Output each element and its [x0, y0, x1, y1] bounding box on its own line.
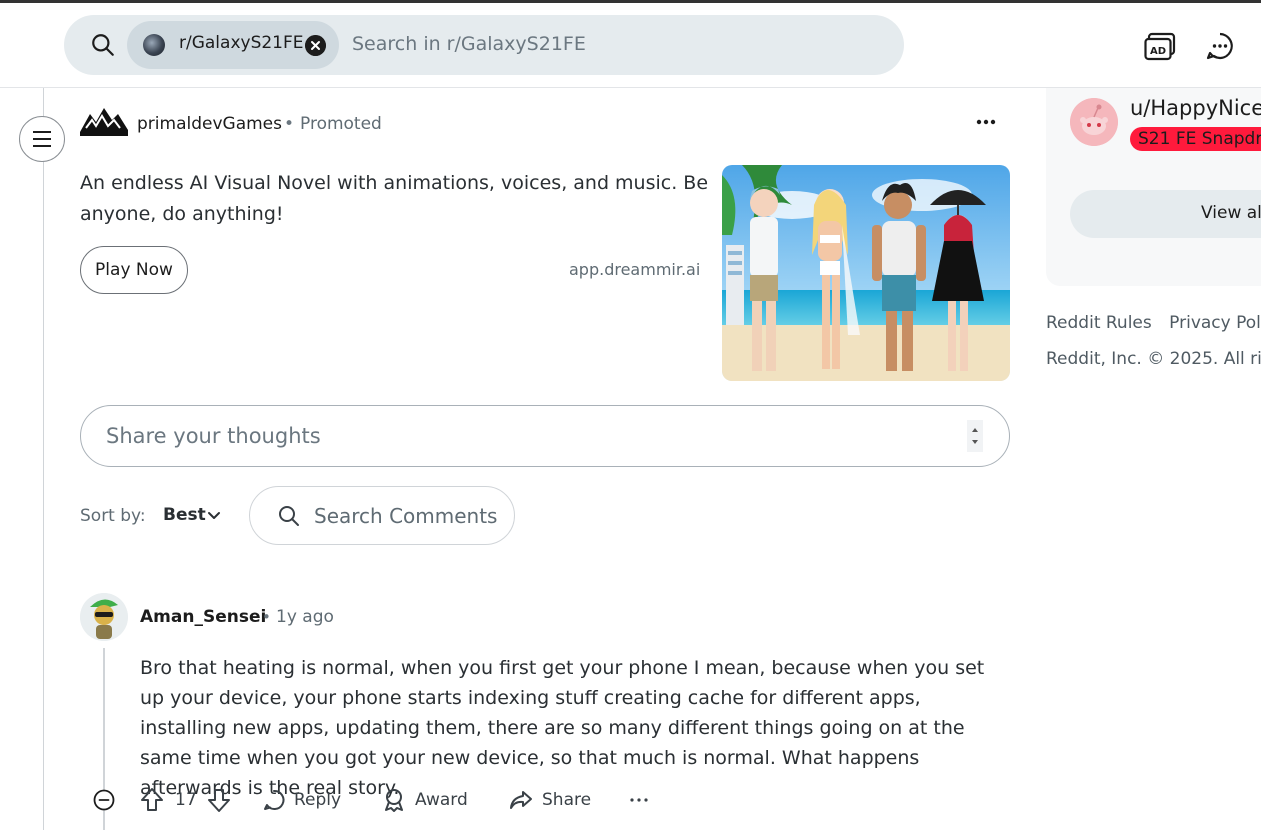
ad-thumbnail[interactable] [722, 165, 1010, 381]
more-icon [630, 798, 648, 802]
footer-link-rules[interactable]: Reddit Rules [1046, 313, 1152, 333]
ad-domain-link[interactable]: app.dreammir.ai [569, 260, 700, 279]
community-chip-label: r/GalaxyS21FE [179, 33, 304, 53]
menu-icon-line [33, 145, 51, 147]
close-icon[interactable] [305, 35, 326, 56]
svg-text:AD: AD [1150, 46, 1166, 57]
comment-author[interactable]: Aman_Sensei [140, 607, 266, 627]
reply-button[interactable]: Reply [262, 786, 341, 814]
comment-composer[interactable]: Share your thoughts [80, 405, 1010, 467]
share-button[interactable]: Share [509, 786, 591, 814]
award-button[interactable]: Award [383, 786, 468, 814]
chevron-down-icon[interactable] [206, 508, 222, 524]
scroll-arrows-icon[interactable] [967, 420, 983, 452]
snoo-avatar-icon [1070, 98, 1118, 146]
comment-more-button[interactable] [629, 786, 649, 814]
avatar[interactable] [1070, 98, 1118, 146]
upvote-icon[interactable] [140, 787, 164, 813]
sort-dropdown[interactable]: Best [163, 505, 206, 525]
award-icon [385, 789, 403, 812]
play-now-button[interactable]: Play Now [80, 246, 188, 294]
view-all-button[interactable]: View al [1070, 190, 1261, 238]
advertise-icon[interactable]: AD [1144, 32, 1176, 62]
menu-icon-line [33, 138, 51, 140]
footer-links: Reddit Rules Privacy Policy [1046, 313, 1261, 333]
award-label: Award [415, 790, 468, 810]
ad-text[interactable]: An endless AI Visual Novel with animatio… [80, 168, 710, 230]
more-icon[interactable] [972, 110, 1000, 134]
footer-copyright: Reddit, Inc. © 2025. All righ [1046, 349, 1261, 369]
separator-dot: • [284, 114, 295, 134]
downvote-icon[interactable] [207, 787, 231, 813]
left-rail-divider [43, 88, 44, 830]
sidebar-username[interactable]: u/HappyNiceG [1130, 96, 1261, 120]
view-all-label: View al [1201, 203, 1261, 223]
avatar[interactable] [80, 593, 128, 641]
community-chip[interactable]: r/GalaxyS21FE [127, 21, 339, 69]
sort-label: Sort by: [80, 506, 146, 526]
comment-timestamp[interactable]: 1y ago [276, 607, 334, 627]
ad-author[interactable]: primaldevGames [137, 114, 282, 134]
search-icon[interactable] [90, 32, 116, 58]
user-flair-badge: S21 FE Snapdra [1130, 127, 1261, 151]
share-icon [510, 791, 532, 809]
comment-icon [264, 789, 285, 810]
search-icon [279, 506, 299, 526]
reply-label: Reply [294, 790, 342, 810]
comment-input[interactable]: Share your thoughts [106, 424, 321, 448]
search-input[interactable]: Search in r/GalaxyS21FE [352, 33, 586, 55]
menu-icon [33, 131, 51, 133]
menu-button[interactable] [19, 116, 65, 162]
separator-dot: • [262, 608, 271, 626]
collapse-icon[interactable] [93, 789, 115, 811]
footer-link-privacy[interactable]: Privacy Policy [1169, 313, 1261, 333]
primaldev-logo[interactable] [80, 102, 128, 138]
vote-count: 17 [175, 790, 197, 810]
search-comments-label: Search Comments [314, 504, 498, 528]
ad-thumbnail-art [722, 165, 1010, 381]
comment-body: Bro that heating is normal, when you fir… [140, 657, 985, 799]
share-label: Share [542, 790, 592, 810]
community-avatar [143, 34, 165, 56]
search-comments-button[interactable]: Search Comments [249, 486, 515, 545]
avatar-art [80, 593, 128, 641]
chat-icon[interactable] [1205, 31, 1235, 61]
promoted-label: Promoted [300, 114, 382, 134]
search-bar[interactable]: r/GalaxyS21FE Search in r/GalaxyS21FE [64, 15, 904, 75]
sidebar-user-card: u/HappyNiceG S21 FE Snapdra View al [1046, 88, 1261, 286]
top-header: r/GalaxyS21FE Search in r/GalaxyS21FE AD [0, 3, 1261, 88]
vote-group: 17 [140, 786, 231, 814]
